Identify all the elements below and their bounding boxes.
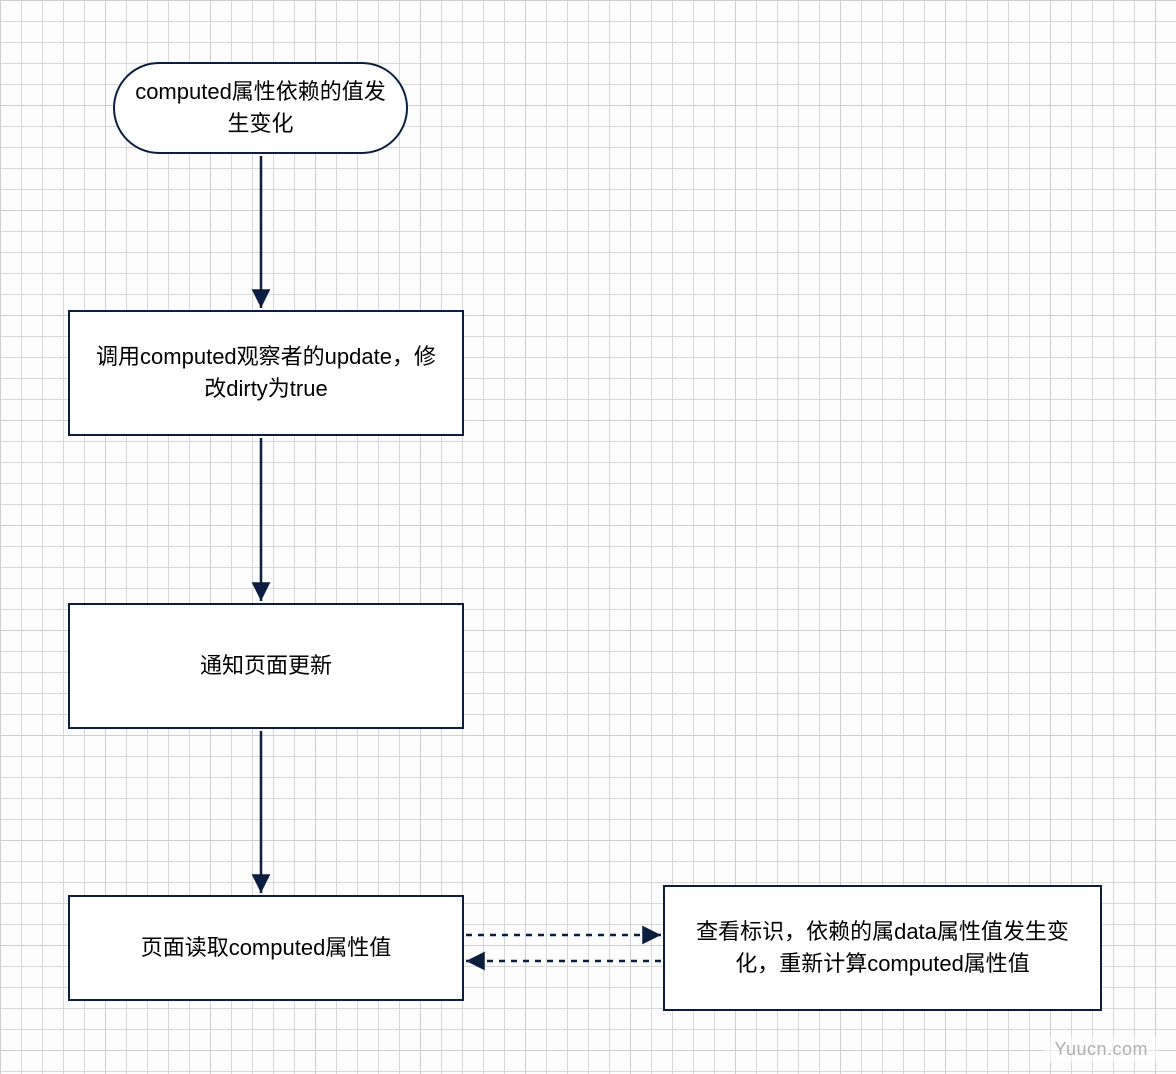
node-recalc-label: 查看标识，依赖的属data属性值发生变化，重新计算computed属性值: [681, 916, 1084, 980]
node-start: computed属性依赖的值发生变化: [113, 62, 408, 154]
watermark: Yuucn.com: [1044, 1037, 1158, 1062]
node-start-label: computed属性依赖的值发生变化: [131, 76, 390, 140]
node-recalc: 查看标识，依赖的属data属性值发生变化，重新计算computed属性值: [663, 885, 1102, 1011]
node-read: 页面读取computed属性值: [68, 895, 464, 1001]
node-read-label: 页面读取computed属性值: [141, 932, 392, 964]
node-notify-label: 通知页面更新: [200, 650, 332, 682]
node-update: 调用computed观察者的update，修改dirty为true: [68, 310, 464, 436]
node-notify: 通知页面更新: [68, 603, 464, 729]
node-update-label: 调用computed观察者的update，修改dirty为true: [86, 341, 446, 405]
